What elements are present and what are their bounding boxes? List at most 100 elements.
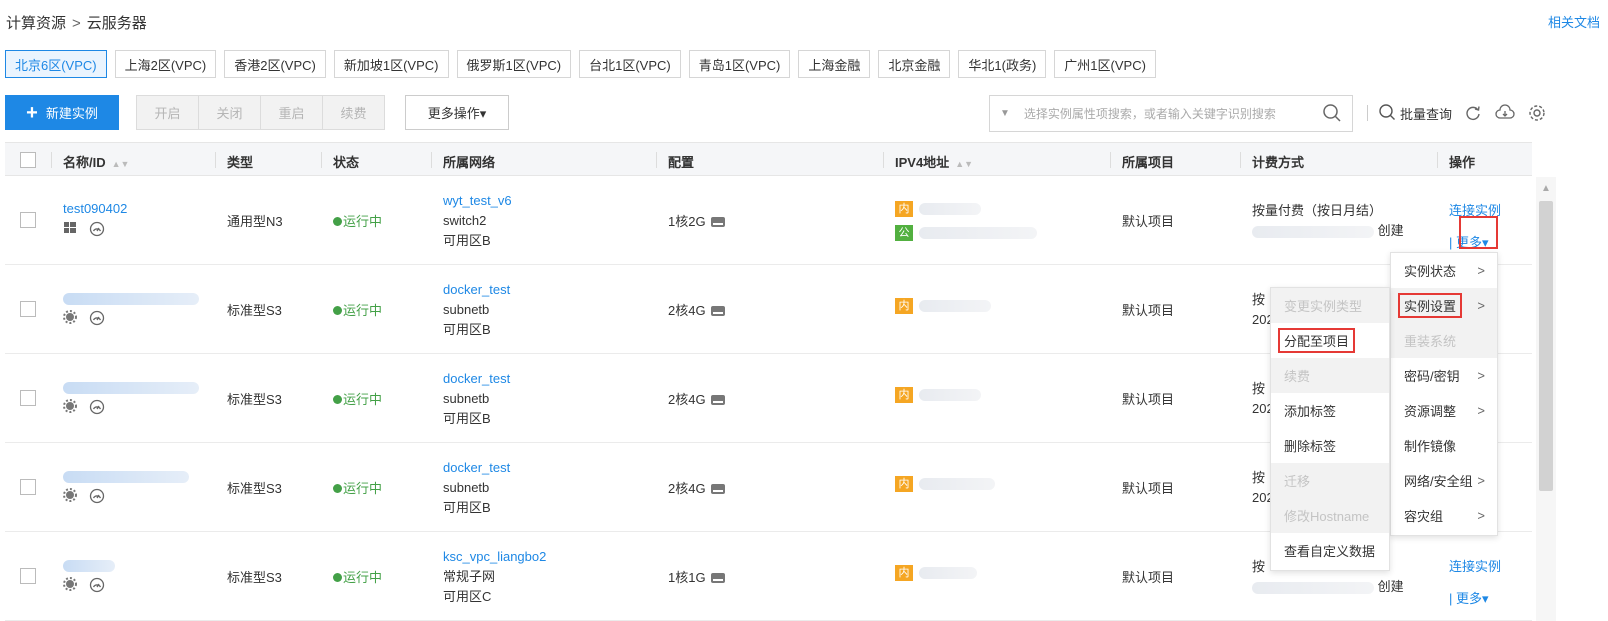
region-tab[interactable]: 上海2区(VPC): [114, 50, 217, 78]
renew-button[interactable]: 续费: [322, 95, 385, 130]
scroll-up-icon[interactable]: ▲: [1541, 183, 1551, 194]
disk-icon[interactable]: [710, 394, 726, 409]
refresh-icon[interactable]: [1462, 102, 1484, 124]
menu-item-migrate[interactable]: 迁移: [1271, 463, 1389, 498]
gear-icon[interactable]: [1526, 102, 1548, 124]
menu-item-renew[interactable]: 续费: [1271, 358, 1389, 393]
column-status: 状态: [333, 155, 360, 170]
more-operations-button[interactable]: 更多操作▾: [405, 95, 509, 130]
disk-icon[interactable]: [710, 572, 726, 587]
search-input[interactable]: ▼ 选择实例属性项搜索，或者输入关键字识别搜索: [989, 95, 1353, 132]
status-badge: 运行中: [333, 389, 382, 408]
disk-icon[interactable]: [710, 216, 726, 231]
monitor-gauge-icon[interactable]: [89, 399, 105, 415]
status-dot-icon: [333, 306, 342, 315]
menu-item-create-image[interactable]: 制作镜像: [1391, 428, 1497, 463]
menu-item-delete-tag[interactable]: 删除标签: [1271, 428, 1389, 463]
scrollbar-thumb[interactable]: [1539, 201, 1553, 491]
instance-name-link[interactable]: test090402: [63, 201, 127, 216]
network-link[interactable]: docker_test: [443, 280, 510, 300]
region-tab[interactable]: 华北1(政务): [958, 50, 1047, 78]
disk-icon[interactable]: [710, 305, 726, 320]
related-docs-link[interactable]: 相关文档: [1548, 12, 1600, 31]
status-text: 运行中: [343, 303, 383, 318]
batch-query-icon[interactable]: [1378, 103, 1396, 124]
row-checkbox[interactable]: [20, 479, 36, 495]
stop-button[interactable]: 关闭: [198, 95, 261, 130]
redacted-instance-name[interactable]: [63, 381, 199, 394]
sort-icon[interactable]: ▲▼: [112, 159, 130, 169]
restart-button[interactable]: 重启: [260, 95, 323, 130]
batch-query-button[interactable]: 批量查询: [1400, 104, 1452, 123]
region-tab[interactable]: 北京金融: [878, 50, 951, 78]
region-tab[interactable]: 台北1区(VPC): [579, 50, 681, 78]
vertical-scrollbar[interactable]: ▲: [1536, 177, 1556, 621]
breadcrumb-parent[interactable]: 计算资源: [6, 15, 66, 32]
project-name: 默认项目: [1122, 570, 1175, 585]
more-actions-link[interactable]: | 更多▾: [1449, 583, 1501, 615]
region-tab[interactable]: 上海金融: [798, 50, 871, 78]
redacted-instance-name[interactable]: [63, 292, 199, 305]
region-tab[interactable]: 北京6区(VPC): [5, 50, 107, 78]
connect-instance-link[interactable]: 连接实例: [1449, 551, 1501, 583]
menu-item-view-custom-data[interactable]: 查看自定义数据: [1271, 533, 1389, 568]
row-checkbox[interactable]: [20, 568, 36, 584]
subnet-name: switch2: [443, 213, 487, 228]
search-icon[interactable]: [1322, 103, 1342, 126]
redacted-instance-name[interactable]: [63, 470, 189, 483]
row-checkbox[interactable]: [20, 301, 36, 317]
sort-icon[interactable]: ▲▼: [955, 159, 973, 169]
network-link[interactable]: docker_test: [443, 369, 510, 389]
menu-item-reinstall-os[interactable]: 重装系统: [1391, 323, 1497, 358]
row-checkbox[interactable]: [20, 390, 36, 406]
project-name: 默认项目: [1122, 392, 1175, 407]
subnet-name: subnetb: [443, 480, 490, 495]
menu-item-password-key[interactable]: 密码/密钥 >: [1391, 358, 1497, 393]
region-tab[interactable]: 青岛1区(VPC): [688, 50, 791, 78]
chevron-right-icon: >: [1477, 263, 1485, 278]
disk-icon[interactable]: [710, 483, 726, 498]
redacted-ip: [919, 388, 981, 401]
network-link[interactable]: wyt_test_v6: [443, 191, 512, 211]
network-link[interactable]: docker_test: [443, 458, 510, 478]
network-link[interactable]: ksc_vpc_liangbo2: [443, 547, 546, 567]
start-button[interactable]: 开启: [136, 95, 199, 130]
menu-item-add-tag[interactable]: 添加标签: [1271, 393, 1389, 428]
region-tab[interactable]: 新加坡1区(VPC): [333, 50, 449, 78]
redacted-ip: [919, 202, 981, 215]
menu-item-assign-project[interactable]: 分配至项目: [1271, 323, 1389, 358]
cloud-download-icon[interactable]: [1494, 102, 1516, 124]
column-divider: [883, 152, 884, 168]
menu-item-disaster-group[interactable]: 容灾组 >: [1391, 498, 1497, 533]
new-instance-button[interactable]: + 新建实例: [5, 95, 119, 130]
status-dot-icon: [333, 484, 342, 493]
chevron-right-icon: >: [1477, 473, 1485, 488]
config-spec: 2核4G: [668, 303, 706, 318]
region-tab[interactable]: 香港2区(VPC): [224, 50, 326, 78]
menu-item-modify-hostname[interactable]: 修改Hostname: [1271, 498, 1389, 533]
redacted-date: [1252, 581, 1374, 594]
menu-item-resource-adjust[interactable]: 资源调整 >: [1391, 393, 1497, 428]
created-label: 创建: [1377, 223, 1404, 238]
project-name: 默认项目: [1122, 481, 1175, 496]
menu-item-change-type[interactable]: 变更实例类型: [1271, 288, 1389, 323]
region-tab[interactable]: 广州1区(VPC): [1054, 50, 1156, 78]
row-checkbox[interactable]: [20, 212, 36, 228]
new-instance-label: 新建实例: [45, 106, 98, 121]
windows-icon: [63, 221, 79, 237]
column-project: 所属项目: [1122, 155, 1175, 170]
search-placeholder: 选择实例属性项搜索，或者输入关键字识别搜索: [1023, 107, 1276, 121]
monitor-gauge-icon[interactable]: [89, 310, 105, 326]
status-text: 运行中: [343, 392, 383, 407]
monitor-gauge-icon[interactable]: [89, 221, 105, 237]
region-tab[interactable]: 俄罗斯1区(VPC): [456, 50, 572, 78]
status-dot-icon: [333, 217, 342, 226]
menu-item-instance-settings[interactable]: 实例设置 >: [1391, 288, 1497, 323]
monitor-gauge-icon[interactable]: [89, 577, 105, 593]
menu-item-network-security[interactable]: 网络/安全组 >: [1391, 463, 1497, 498]
monitor-gauge-icon[interactable]: [89, 488, 105, 504]
filter-dropdown-icon[interactable]: ▼: [1000, 108, 1010, 119]
menu-item-instance-status[interactable]: 实例状态 >: [1391, 253, 1497, 288]
redacted-instance-name[interactable]: [63, 559, 115, 572]
select-all-checkbox[interactable]: [20, 152, 36, 168]
